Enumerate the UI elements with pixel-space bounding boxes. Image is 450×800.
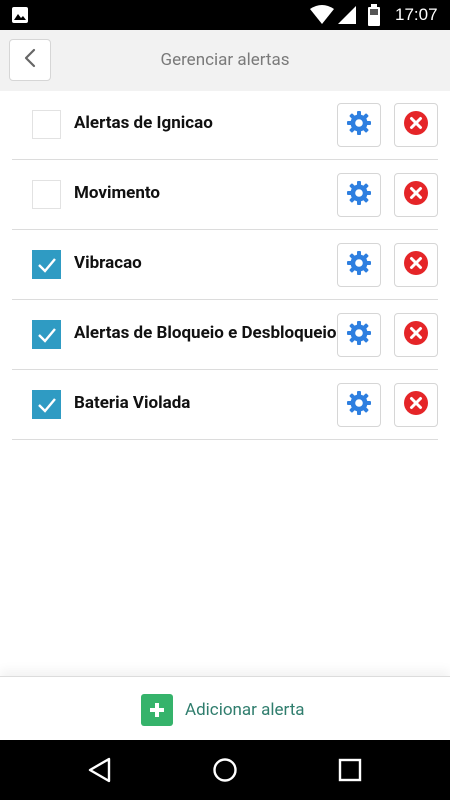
alert-delete-button[interactable] [394,103,438,147]
alert-delete-button[interactable] [394,313,438,357]
remove-x-icon [402,109,430,140]
back-button[interactable] [9,39,51,81]
remove-x-icon [402,319,430,350]
nav-back-icon[interactable] [88,757,112,787]
status-bar: 17:07 [0,0,450,30]
signal-icon [337,5,357,29]
alert-label: Bateria Violada [74,393,191,413]
alert-delete-button[interactable] [394,173,438,217]
gear-icon [346,390,372,420]
footer: Adicionar alerta [0,676,450,740]
screen: 17:07 Gerenciar alertas Alertas de Ignic… [0,0,450,800]
nav-bar [0,740,450,800]
alert-row: Alertas de Bloqueio e Desbloqueio [12,300,438,370]
alert-label: Movimento [74,183,161,203]
alert-list: Alertas de Ignicao Movimento Vibracao Al… [12,90,438,440]
alert-settings-button[interactable] [337,103,381,147]
alert-delete-button[interactable] [394,243,438,287]
alert-settings-button[interactable] [337,243,381,287]
add-alert-label: Adicionar alerta [185,699,305,720]
alert-row: Vibracao [12,230,438,300]
alert-checkbox[interactable] [32,250,61,279]
alert-delete-button[interactable] [394,383,438,427]
gear-icon [346,250,372,280]
gear-icon [346,320,372,350]
alert-row: Alertas de Ignicao [12,90,438,160]
wifi-icon [310,5,334,29]
alert-settings-button[interactable] [337,313,381,357]
nav-recents-icon[interactable] [338,758,362,786]
alert-checkbox[interactable] [32,390,61,419]
alert-row: Bateria Violada [12,370,438,440]
plus-icon [141,693,173,726]
alert-checkbox[interactable] [32,110,61,139]
remove-x-icon [402,249,430,280]
remove-x-icon [402,389,430,420]
header: Gerenciar alertas [0,30,450,91]
page-title: Gerenciar alertas [160,50,290,70]
status-clock: 17:07 [395,5,438,24]
alert-checkbox[interactable] [32,180,61,209]
alert-row: Movimento [12,160,438,230]
alert-settings-button[interactable] [337,173,381,217]
gear-icon [346,110,372,140]
alert-label: Alertas de Ignicao [74,113,213,133]
nav-home-icon[interactable] [212,757,238,787]
alert-settings-button[interactable] [337,383,381,427]
alert-label: Vibracao [74,253,142,273]
battery-icon [368,4,380,30]
image-icon [11,6,29,28]
gear-icon [346,180,372,210]
chevron-left-icon [23,48,37,72]
alert-checkbox[interactable] [32,320,61,349]
add-alert-button[interactable]: Adicionar alerta [141,693,331,726]
alert-label: Alertas de Bloqueio e Desbloqueio [74,323,337,343]
remove-x-icon [402,179,430,210]
